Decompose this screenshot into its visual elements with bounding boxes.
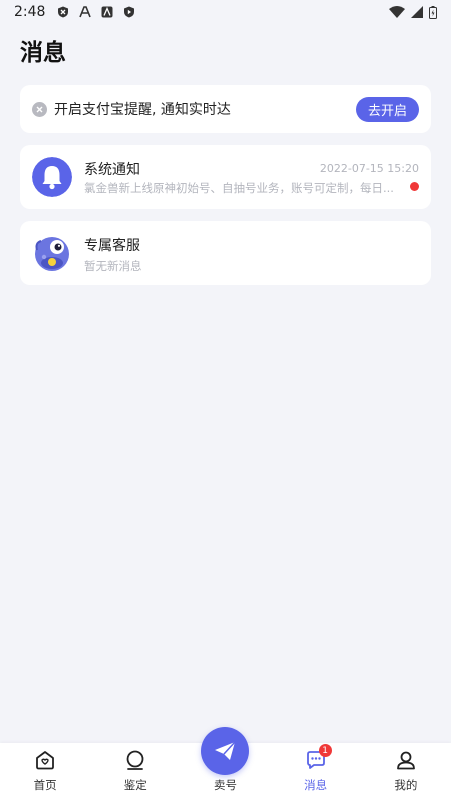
status-system-icons — [389, 5, 437, 19]
bell-icon — [32, 157, 72, 197]
page-title: 消息 — [20, 40, 66, 66]
tab-label: 首页 — [33, 778, 57, 792]
tab-label: 我的 — [394, 778, 418, 792]
status-notification-icons — [57, 6, 135, 18]
message-icon-wrap: 1 — [305, 744, 332, 771]
tab-label: 消息 — [304, 778, 328, 792]
home-icon — [36, 751, 54, 770]
conversation-title: 系统通知 — [84, 162, 140, 178]
close-icon[interactable] — [32, 101, 47, 117]
conversation-title: 专属客服 — [84, 238, 140, 254]
tab-sell[interactable]: 卖号 — [180, 727, 270, 803]
conversation-preview: 氯金兽新上线原神初始号、自抽号业务，账号可定制，每日... — [84, 181, 394, 195]
unread-count-badge: 1 — [318, 744, 332, 757]
notice-text: 开启支付宝提醒, 通知实时达 — [54, 102, 231, 118]
signal-icon — [411, 6, 423, 18]
shield-play-icon — [124, 6, 135, 18]
enable-reminder-button[interactable]: 去开启 — [355, 96, 419, 122]
conversation-customer-service[interactable]: 专属客服 暂无新消息 — [20, 221, 431, 285]
tab-home[interactable]: 首页 — [0, 743, 90, 803]
tab-label: 鉴定 — [123, 778, 147, 792]
conversation-preview: 暂无新消息 — [84, 259, 142, 273]
unread-dot — [410, 182, 419, 191]
status-time: 2:48 — [14, 4, 46, 20]
app-a-icon — [101, 6, 113, 18]
tab-appraise[interactable]: 鉴定 — [90, 743, 180, 803]
mascot-avatar — [35, 237, 69, 271]
shield-x-icon — [58, 6, 69, 18]
battery-icon — [429, 5, 437, 19]
conversation-time: 2022-07-15 15:20 — [319, 162, 419, 175]
font-a-icon — [79, 6, 92, 18]
tab-profile[interactable]: 我的 — [361, 743, 451, 803]
conversation-system-notice[interactable]: 系统通知 2022-07-15 15:20 氯金兽新上线原神初始号、自抽号业务，… — [20, 145, 431, 209]
tab-messages[interactable]: 1 消息 — [271, 743, 361, 803]
wifi-icon — [389, 6, 405, 18]
profile-icon — [396, 751, 415, 770]
send-icon — [215, 741, 236, 760]
sell-fab-button[interactable] — [201, 727, 250, 775]
bottom-tab-bar: 首页 鉴定 卖号 1 消息 我的 — [0, 727, 451, 803]
appraise-icon — [126, 750, 144, 770]
tab-label: 卖号 — [213, 778, 237, 792]
status-bar: 2:48 — [0, 0, 451, 24]
alipay-reminder-banner: 开启支付宝提醒, 通知实时达 去开启 — [20, 85, 431, 133]
